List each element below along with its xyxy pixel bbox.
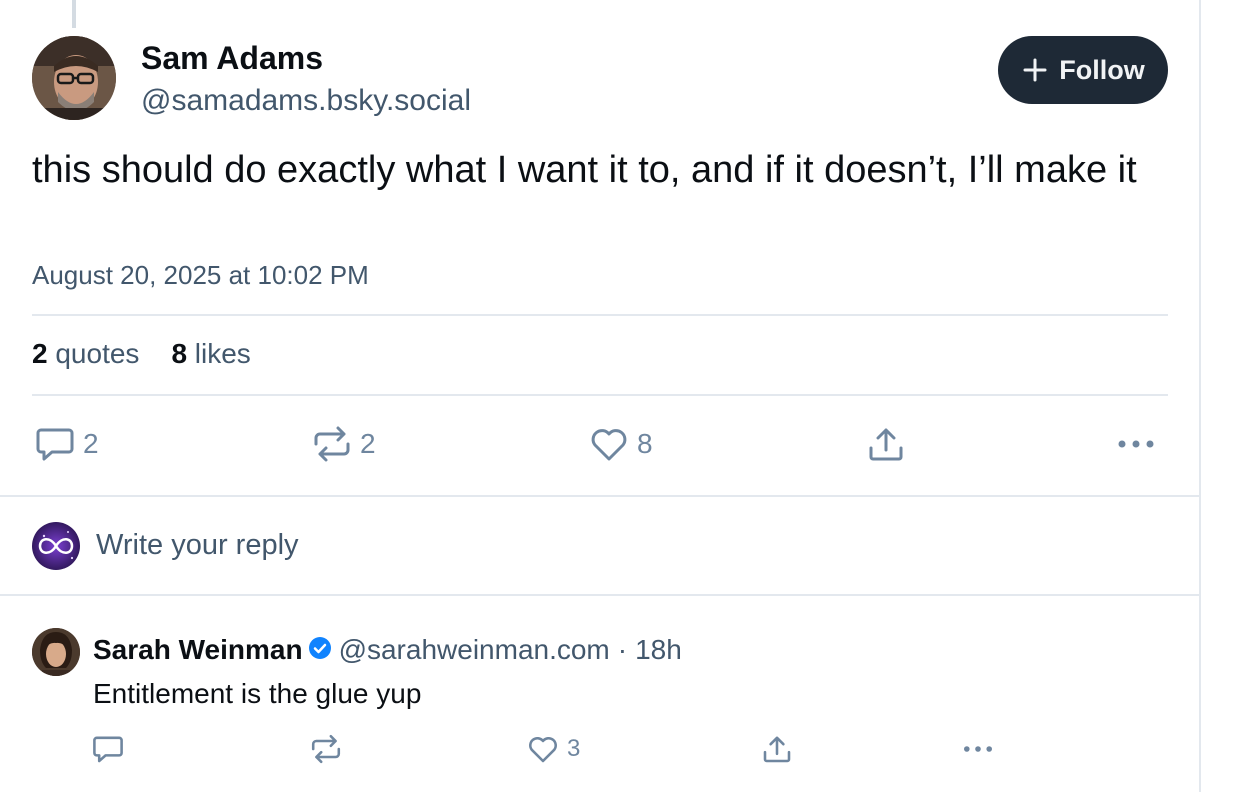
reply-count: 2	[83, 428, 99, 459]
speech-bubble-icon	[93, 736, 123, 763]
separator-dot: ·	[617, 634, 628, 665]
post-text: this should do exactly what I want it to…	[32, 149, 1137, 191]
reply-like-button[interactable]: 3	[527, 733, 580, 765]
verified-check-icon[interactable]	[308, 634, 331, 666]
current-user-avatar	[32, 522, 80, 570]
share-upload-icon	[763, 736, 791, 763]
reply-author-name[interactable]: Sarah Weinman	[93, 634, 303, 666]
reply-repost-button[interactable]	[310, 733, 342, 765]
reply-reply-button[interactable]	[92, 733, 124, 765]
reply-more-options-button[interactable]	[960, 733, 996, 765]
reply-header: Sarah Weinman @sarahweinman.com · 18h	[93, 634, 682, 666]
reply-input[interactable]: Write your reply	[96, 529, 299, 562]
heart-icon	[591, 429, 627, 461]
like-button[interactable]: 8	[589, 424, 653, 464]
share-upload-icon	[869, 428, 903, 461]
author-avatar[interactable]	[32, 36, 116, 120]
follow-label: Follow	[1059, 54, 1145, 85]
likes-label: likes	[194, 338, 251, 369]
likes-count: 8	[171, 338, 188, 369]
reply-author-avatar[interactable]	[32, 628, 80, 676]
section-divider	[0, 495, 1200, 497]
repost-count: 2	[360, 428, 376, 459]
share-button[interactable]	[866, 424, 906, 464]
divider	[32, 314, 1168, 316]
post-timestamp[interactable]: August 20, 2025 at 10:02 PM	[32, 260, 369, 291]
speech-bubble-icon	[36, 428, 74, 461]
more-options-button[interactable]	[1114, 424, 1158, 464]
quotes-stat[interactable]: 2 quotes	[32, 338, 139, 370]
reply-share-button[interactable]	[761, 733, 793, 765]
reply-text: Entitlement is the glue yup	[93, 678, 422, 709]
like-count: 8	[637, 428, 653, 459]
quotes-count: 2	[32, 338, 48, 369]
heart-icon	[529, 737, 557, 763]
post-stats: 2 quotes 8 likes	[32, 338, 251, 370]
quotes-label: quotes	[55, 338, 140, 369]
repost-button[interactable]: 2	[312, 424, 376, 464]
thread-connector-line	[72, 0, 76, 28]
reply-author-handle[interactable]: @sarahweinman.com	[339, 634, 610, 666]
author-name[interactable]: Sam Adams	[141, 40, 323, 77]
repost-arrows-icon	[311, 734, 341, 764]
reply-button[interactable]: 2	[35, 424, 99, 464]
reply-time[interactable]: 18h	[635, 634, 682, 666]
column-border	[1199, 0, 1201, 792]
more-dots-icon	[964, 746, 992, 752]
reply-like-count: 3	[567, 735, 581, 762]
more-dots-icon	[1118, 440, 1154, 448]
divider	[32, 394, 1168, 396]
likes-stat[interactable]: 8 likes	[171, 338, 250, 370]
repost-arrows-icon	[314, 426, 350, 462]
section-divider	[0, 594, 1200, 596]
plus-icon	[1023, 58, 1047, 82]
follow-button[interactable]: Follow	[998, 36, 1168, 104]
author-handle[interactable]: @samadams.bsky.social	[141, 84, 471, 118]
